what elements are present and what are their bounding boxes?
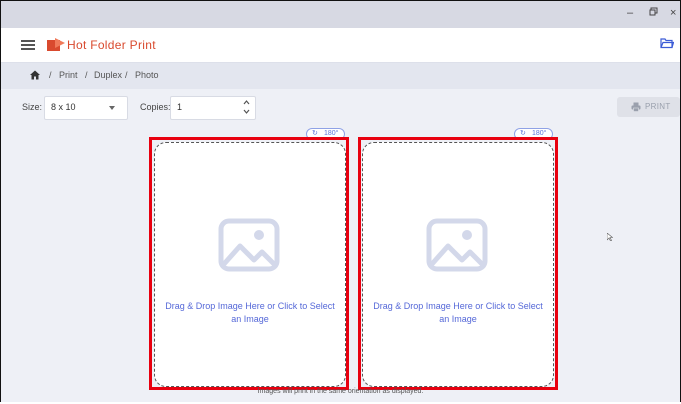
breadcrumb-separator: / — [49, 70, 52, 80]
print-button-label: PRINT — [645, 102, 671, 111]
copies-value: 1 — [177, 102, 183, 112]
folder-open-icon[interactable] — [660, 36, 674, 50]
copies-stepper[interactable]: 1 — [170, 96, 256, 120]
restore-button[interactable] — [649, 6, 658, 20]
orientation-note: Images will print in the same orientatio… — [257, 388, 424, 395]
menu-icon[interactable] — [21, 40, 35, 50]
copies-label: Copies: — [140, 102, 171, 112]
breadcrumb-separator: / — [125, 70, 128, 80]
restore-icon — [649, 7, 658, 16]
printer-icon — [631, 102, 641, 112]
breadcrumb: / Print / Duplex / Photo — [1, 63, 680, 89]
title-bar: – × — [1, 1, 680, 28]
image-placeholder-icon — [218, 218, 280, 272]
minimize-button[interactable]: – — [627, 6, 633, 20]
image-placeholder-icon — [426, 218, 488, 272]
drop-zone-right[interactable]: Drag & Drop Image Here or Click to Selec… — [362, 142, 554, 387]
close-button[interactable]: × — [670, 6, 676, 20]
stepper-arrows-icon[interactable] — [243, 99, 250, 115]
breadcrumb-separator: / — [85, 70, 88, 80]
print-button[interactable]: PRINT — [617, 97, 680, 117]
drop-instructions: Drag & Drop Image Here or Click to Selec… — [165, 301, 335, 324]
size-value: 8 x 10 — [51, 102, 76, 112]
breadcrumb-item-photo: Photo — [135, 70, 159, 80]
drop-zone-left[interactable]: Drag & Drop Image Here or Click to Selec… — [154, 142, 346, 387]
app-bar: Hot Folder Print — [1, 28, 680, 63]
drop-instructions: Drag & Drop Image Here or Click to Selec… — [373, 301, 543, 324]
breadcrumb-item-duplex[interactable]: Duplex — [94, 70, 122, 80]
breadcrumb-item-print[interactable]: Print — [59, 70, 78, 80]
app-title: Hot Folder Print — [67, 38, 156, 52]
chevron-down-icon — [109, 106, 115, 110]
home-icon[interactable] — [30, 70, 40, 80]
size-select[interactable]: 8 x 10 — [44, 96, 128, 120]
size-label: Size: — [22, 102, 43, 112]
app-window: – × Hot Folder Print / Print / Duplex / … — [0, 0, 681, 404]
mouse-cursor-icon — [607, 233, 613, 241]
logo-icon — [47, 38, 65, 51]
